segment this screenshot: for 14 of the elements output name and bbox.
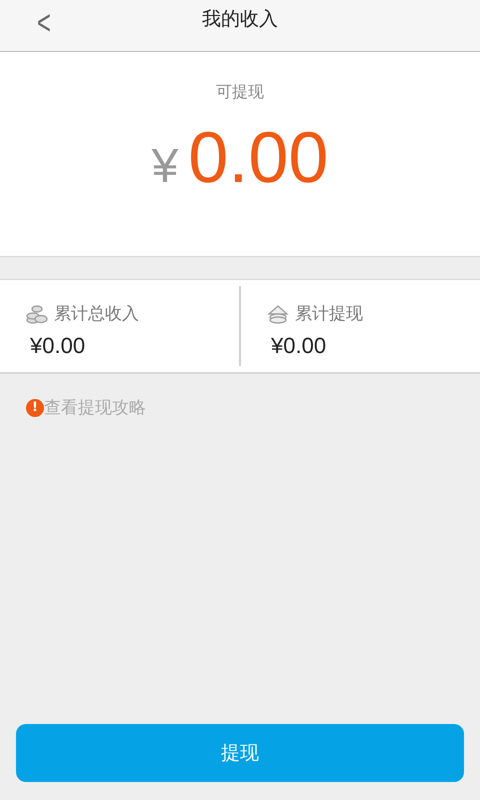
stat-value: ¥0.00 bbox=[29, 333, 86, 359]
stat-label: 累计提现 bbox=[295, 303, 363, 325]
page-title: 我的收入 bbox=[202, 6, 278, 32]
guide-link[interactable]: 查看提现攻略 bbox=[44, 396, 146, 419]
stat-label: 累计总收入 bbox=[54, 303, 139, 325]
balance-label: 可提现 bbox=[216, 82, 264, 103]
back-button[interactable]: < bbox=[34, 4, 54, 43]
stat-value: ¥0.00 bbox=[270, 333, 328, 359]
stack-icon bbox=[267, 304, 289, 324]
balance-amount: 0.00 bbox=[188, 117, 328, 199]
warning-icon: ! bbox=[26, 398, 44, 416]
currency-sign: ¥ bbox=[152, 139, 178, 194]
withdraw-button[interactable]: 提现 bbox=[16, 724, 464, 782]
coins-icon bbox=[26, 304, 48, 324]
